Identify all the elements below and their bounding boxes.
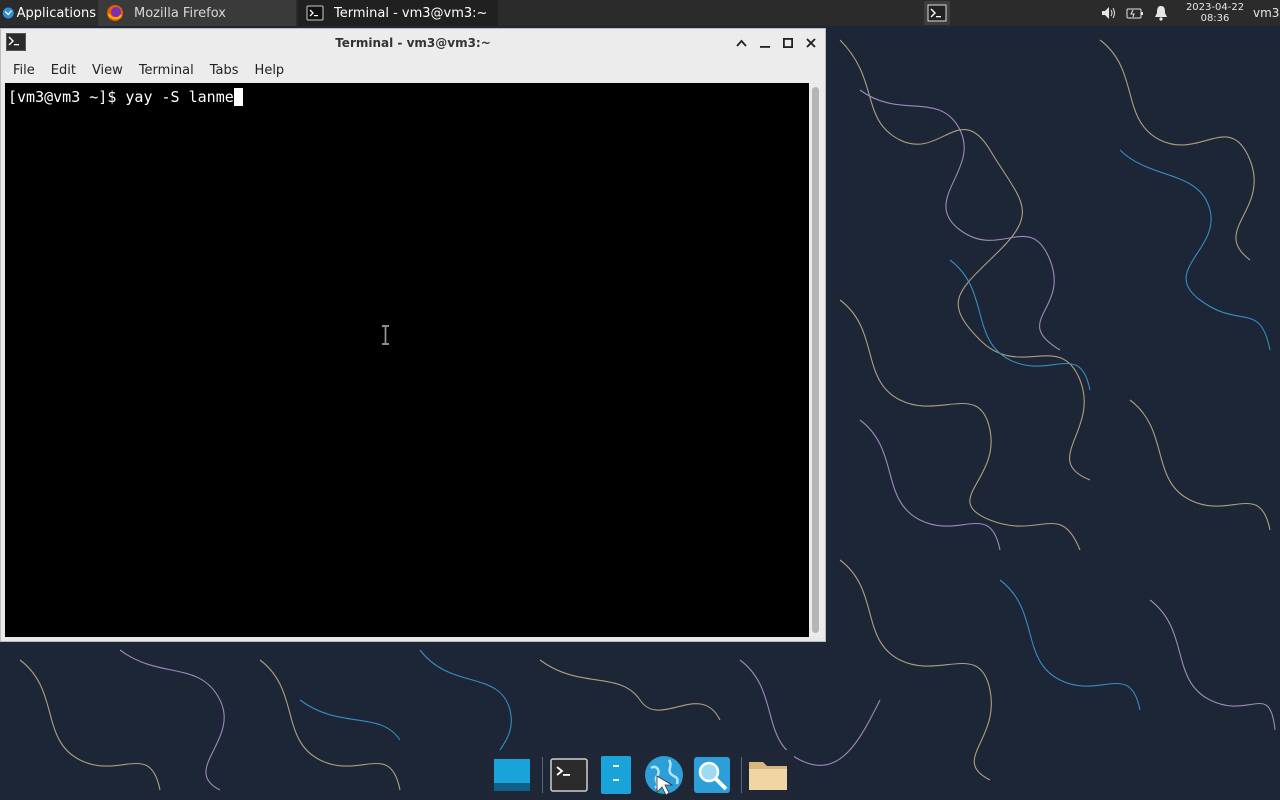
typed-command: yay -S lanme — [125, 88, 234, 106]
terminal-icon — [549, 758, 588, 792]
xfce-logo-icon — [2, 7, 14, 19]
dock-terminal[interactable] — [547, 753, 591, 797]
terminal-command-line: [vm3@vm3 ~]$ yay -S lanme — [8, 88, 243, 106]
scrollbar-thumb[interactable] — [812, 87, 819, 633]
taskbar-terminal-label: Terminal - vm3@vm3:~ — [334, 5, 488, 21]
menu-tabs[interactable]: Tabs — [202, 63, 247, 78]
window-menubar: File Edit View Terminal Tabs Help — [1, 57, 825, 83]
app-finder-icon — [693, 757, 730, 793]
terminal-scrollbar[interactable] — [809, 83, 823, 637]
clock-date: 2023-04-22 — [1185, 2, 1245, 13]
system-tray — [1100, 0, 1170, 26]
terminal-icon — [6, 33, 26, 51]
chevron-up-icon — [736, 39, 747, 47]
window-titlebar[interactable]: Terminal - vm3@vm3:~ — [1, 29, 825, 57]
dock-folder[interactable] — [746, 753, 790, 797]
panel-clock[interactable]: 2023-04-22 08:36 — [1184, 0, 1246, 26]
user-menu[interactable]: vm3 — [1253, 0, 1279, 26]
notification-bell-icon[interactable] — [1152, 4, 1170, 22]
menu-help[interactable]: Help — [247, 63, 293, 78]
dock-separator — [541, 757, 543, 793]
dock-file-manager[interactable] — [594, 753, 638, 797]
show-desktop-icon — [493, 759, 530, 791]
shade-button[interactable] — [733, 34, 750, 51]
file-manager-icon — [601, 756, 632, 794]
shell-prompt: [vm3@vm3 ~]$ — [8, 88, 126, 106]
window-controls — [733, 34, 819, 51]
ibeam-cursor-icon — [382, 325, 389, 345]
taskbar-terminal-button[interactable]: Terminal - vm3@vm3:~ — [298, 0, 498, 26]
dock-show-desktop[interactable] — [490, 753, 534, 797]
panel-terminal-launcher[interactable] — [924, 1, 950, 25]
menu-edit[interactable]: Edit — [43, 63, 84, 78]
web-browser-icon — [644, 756, 683, 796]
terminal-launcher-icon — [927, 4, 947, 22]
battery-icon[interactable] — [1126, 4, 1144, 22]
volume-icon[interactable] — [1100, 4, 1118, 22]
minimize-button[interactable] — [756, 34, 773, 51]
menu-view[interactable]: View — [84, 63, 131, 78]
dock-app-finder[interactable] — [690, 753, 734, 797]
taskbar-firefox-button[interactable]: Mozilla Firefox — [98, 0, 296, 26]
firefox-icon — [107, 5, 123, 21]
maximize-icon — [782, 37, 793, 48]
dock-separator — [741, 757, 743, 793]
close-icon — [805, 37, 816, 48]
dock-web-browser[interactable] — [642, 753, 686, 797]
applications-menu-button[interactable]: Applications — [0, 0, 98, 26]
maximize-button[interactable] — [779, 34, 796, 51]
terminal-icon — [306, 5, 324, 21]
clock-time: 08:36 — [1200, 13, 1230, 24]
window-title: Terminal - vm3@vm3:~ — [335, 36, 491, 50]
close-button[interactable] — [802, 34, 819, 51]
menu-file[interactable]: File — [5, 63, 43, 78]
minimize-icon — [759, 45, 770, 48]
applications-label: Applications — [16, 5, 96, 21]
top-panel: Applications Mozilla Firefox Terminal - … — [0, 0, 1280, 26]
menu-terminal[interactable]: Terminal — [131, 63, 202, 78]
terminal-output[interactable]: [vm3@vm3 ~]$ yay -S lanme — [5, 83, 809, 637]
taskbar-firefox-label: Mozilla Firefox — [134, 5, 226, 21]
folder-icon — [749, 762, 788, 790]
bottom-dock — [486, 750, 794, 800]
terminal-window: Terminal - vm3@vm3:~ File Edit View Term… — [0, 28, 826, 642]
text-cursor — [233, 88, 243, 106]
